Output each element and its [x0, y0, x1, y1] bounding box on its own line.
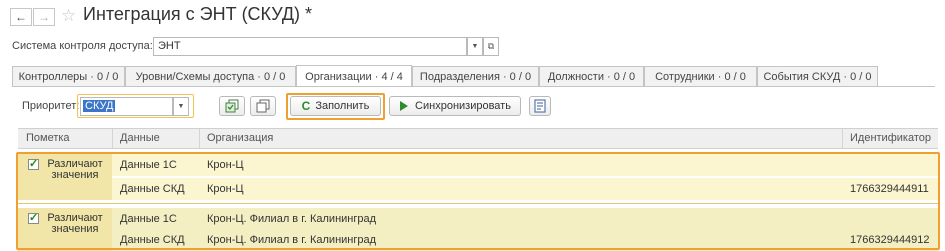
priority-field[interactable]: СКУД: [80, 97, 173, 116]
group-divider: [18, 203, 938, 204]
refresh-icon: C: [301, 99, 311, 113]
tab-access-levels[interactable]: Уровни/Схемы доступа · 0 / 0: [125, 66, 296, 87]
column-mark[interactable]: Пометка: [26, 132, 70, 144]
tab-divider: [12, 86, 935, 87]
pages-icon: [256, 99, 270, 113]
tab-organizations[interactable]: Организации · 4 / 4: [296, 65, 412, 87]
open-icon: ⧉: [487, 41, 495, 51]
column-organization[interactable]: Организация: [207, 132, 273, 144]
chevron-down-icon: ▼: [471, 43, 479, 50]
copy-check-icon: [225, 99, 239, 113]
fill-button[interactable]: C Заполнить: [290, 96, 381, 116]
favorite-star-icon[interactable]: ☆: [61, 6, 76, 26]
forward-button[interactable]: →: [33, 8, 55, 26]
tab-departments[interactable]: Подразделения · 0 / 0: [412, 66, 539, 87]
report-button[interactable]: [529, 96, 551, 116]
column-separator: [199, 129, 200, 148]
system-label: Система контроля доступа:: [12, 40, 153, 52]
system-dropdown-button[interactable]: ▼: [467, 37, 483, 56]
play-icon: [400, 101, 409, 111]
tab-employees[interactable]: Сотрудники · 0 / 0: [644, 66, 757, 87]
sync-button[interactable]: Синхронизировать: [389, 96, 521, 116]
column-data[interactable]: Данные: [120, 132, 160, 144]
system-field[interactable]: ЭНТ: [153, 37, 467, 56]
column-identifier[interactable]: Идентификатор: [850, 132, 931, 144]
arrow-right-icon: →: [38, 10, 50, 24]
table-header: Пометка Данные Организация Идентификатор: [18, 128, 938, 149]
system-value: ЭНТ: [158, 40, 181, 52]
tab-positions[interactable]: Должности · 0 / 0: [539, 66, 644, 87]
column-separator: [112, 129, 113, 148]
tab-skud-events[interactable]: События СКУД · 0 / 0: [757, 66, 878, 87]
priority-label: Приоритет:: [22, 100, 80, 112]
arrow-left-icon: ←: [15, 10, 27, 24]
duplicate-button[interactable]: [250, 96, 276, 116]
page-title: Интеграция с ЭНТ (СКУД) *: [83, 4, 313, 24]
column-separator: [842, 129, 843, 148]
system-open-button[interactable]: ⧉: [483, 37, 499, 56]
copy-button[interactable]: [219, 96, 245, 116]
priority-dropdown-button[interactable]: ▼: [173, 97, 189, 116]
priority-value: СКУД: [83, 100, 116, 112]
back-button[interactable]: ←: [10, 8, 32, 26]
report-icon: [534, 99, 546, 113]
chevron-down-icon: ▼: [177, 103, 185, 110]
rows-highlight: [16, 152, 940, 250]
tab-controllers[interactable]: Контроллеры · 0 / 0: [12, 66, 125, 87]
